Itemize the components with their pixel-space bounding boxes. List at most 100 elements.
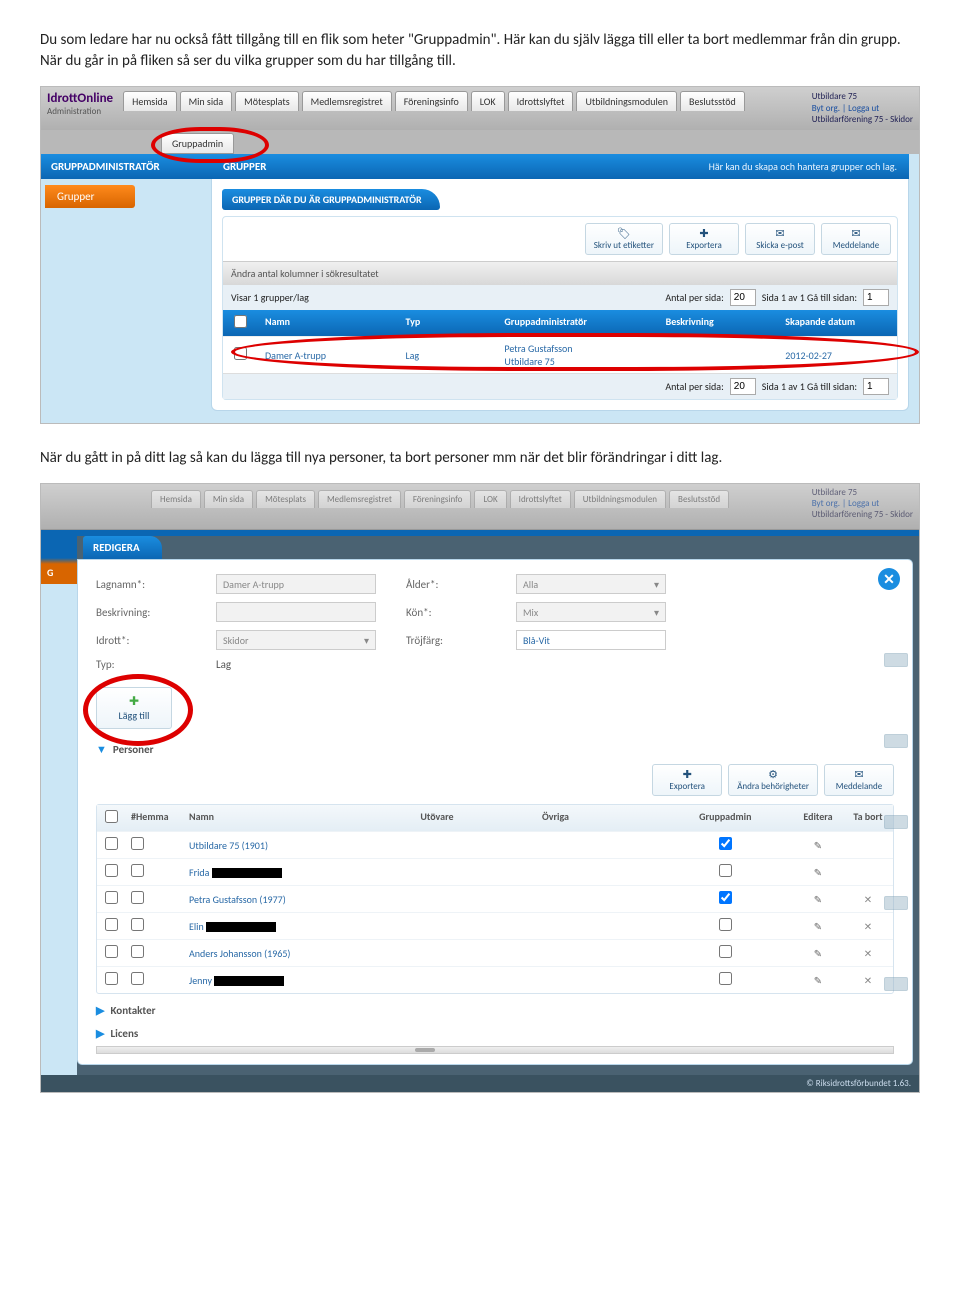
home-checkbox[interactable] (131, 918, 144, 931)
edit-icon[interactable]: ✎ (793, 969, 843, 992)
gruppadmin-checkbox[interactable] (719, 972, 732, 985)
nav-tab[interactable]: Mötesplats (235, 91, 298, 111)
section-kontakter-toggle[interactable]: ▶ Kontakter (96, 1004, 894, 1017)
person-action-button[interactable]: ⚙Ändra behörigheter (728, 764, 818, 796)
delete-icon[interactable] (843, 840, 893, 850)
action-icon: ✉ (833, 768, 885, 781)
person-name[interactable]: Jenny (183, 969, 414, 992)
chevron-down-icon: ▾ (654, 578, 659, 591)
gruppadmin-checkbox[interactable] (719, 864, 732, 877)
select-idrott[interactable]: Skidor▾ (216, 630, 376, 650)
label-typ: Typ: (96, 658, 186, 671)
person-name[interactable]: Petra Gustafsson (1977) (183, 888, 414, 911)
input-trojfarg[interactable]: Blå-Vit (516, 630, 666, 650)
cell-namn[interactable]: Damer A-trupp (257, 344, 397, 367)
home-checkbox[interactable] (131, 945, 144, 958)
col-namn[interactable]: Namn (257, 310, 397, 336)
person-row: Elin ✎✕ (97, 912, 893, 939)
edit-icon[interactable]: ✎ (793, 915, 843, 938)
col-gruppadmin[interactable]: Gruppadministratör (496, 310, 657, 336)
gruppadmin-checkbox[interactable] (719, 837, 732, 850)
add-button[interactable]: ✚ Lägg till (96, 687, 172, 729)
groups-subheader: GRUPPER DÄR DU ÄR GRUPPADMINISTRATÖR (222, 189, 440, 210)
select-all-persons[interactable] (105, 810, 118, 823)
row-checkbox[interactable] (234, 347, 247, 360)
nav-tab[interactable]: Hemsida (123, 91, 176, 111)
nav-tab[interactable]: Utbildningsmodulen (576, 91, 677, 111)
select-all-checkbox[interactable] (234, 315, 247, 328)
gruppadmin-checkbox[interactable] (719, 945, 732, 958)
input-lagnamn[interactable]: Damer A-trupp (216, 574, 376, 594)
col-typ[interactable]: Typ (397, 310, 496, 336)
section-licens-toggle[interactable]: ▶ Licens (96, 1027, 894, 1040)
person-checkbox[interactable] (105, 918, 118, 931)
gruppadmin-checkbox[interactable] (719, 891, 732, 904)
person-action-button[interactable]: ✚Exportera (652, 764, 722, 796)
delete-icon[interactable]: ✕ (843, 942, 893, 965)
nav-tab[interactable]: Idrottslyftet (508, 91, 574, 111)
nav-tab[interactable]: Min sida (180, 91, 233, 111)
pager-top: Visar 1 grupper/lag Antal per sida: Sida… (223, 285, 897, 310)
action-button[interactable]: ✉Meddelande (821, 223, 891, 255)
column-settings-bar[interactable]: Ändra antal kolumner i sökresultatet (223, 261, 897, 285)
select-alder[interactable]: Alla▾ (516, 574, 666, 594)
gruppadmin-checkbox[interactable] (719, 918, 732, 931)
person-checkbox[interactable] (105, 945, 118, 958)
sidebar-item-grupper[interactable]: Grupper (45, 185, 135, 208)
action-row: 🏷Skriv ut etiketter✚Exportera✉Skicka e-p… (223, 217, 897, 261)
tab-gruppadmin[interactable]: Gruppadmin (161, 133, 234, 154)
per-page-input[interactable] (730, 289, 756, 306)
person-name[interactable]: Anders Johansson (1965) (183, 942, 414, 965)
person-checkbox[interactable] (105, 864, 118, 877)
pcol-hemma: #Hemma (125, 805, 183, 831)
intro-paragraph-2: När du gått in på ditt lag så kan du läg… (40, 448, 920, 469)
nav-tab[interactable]: Medlemsregistret (302, 91, 392, 111)
page-input[interactable] (863, 289, 889, 306)
col-datum[interactable]: Skapande datum (777, 310, 897, 336)
nav-tab[interactable]: Föreningsinfo (395, 91, 468, 111)
action-button[interactable]: 🏷Skriv ut etiketter (585, 223, 663, 255)
group-row[interactable]: Damer A-trupp Lag Petra Gustafsson Utbil… (223, 336, 897, 373)
home-checkbox[interactable] (131, 891, 144, 904)
person-name[interactable]: Utbildare 75 (1901) (183, 834, 414, 857)
edit-icon[interactable]: ✎ (793, 888, 843, 911)
select-kon[interactable]: Mix▾ (516, 602, 666, 622)
edit-icon[interactable]: ✎ (793, 942, 843, 965)
person-checkbox[interactable] (105, 972, 118, 985)
nav-tab[interactable]: LOK (471, 91, 505, 111)
nav-tab[interactable]: Beslutsstöd (680, 91, 745, 111)
val-lagnamn: Damer A-trupp (223, 578, 284, 591)
action-button[interactable]: ✚Exportera (669, 223, 739, 255)
home-checkbox[interactable] (131, 864, 144, 877)
action-icon: ✚ (678, 227, 730, 240)
input-beskrivning[interactable] (216, 602, 376, 622)
action-button[interactable]: ✉Skicka e-post (745, 223, 815, 255)
delete-icon[interactable] (843, 867, 893, 877)
horizontal-scrollbar[interactable] (96, 1046, 894, 1054)
per-page-input-bot[interactable] (730, 378, 756, 395)
delete-icon[interactable]: ✕ (843, 888, 893, 911)
page-input-bot[interactable] (863, 378, 889, 395)
col-beskrivning[interactable]: Beskrivning (658, 310, 778, 336)
faded-tabs: HemsidaMin sidaMötesplatsMedlemsregistre… (151, 490, 729, 508)
pager-bottom: Antal per sida: Sida 1 av 1 Gå till sida… (223, 373, 897, 399)
person-action-button[interactable]: ✉Meddelande (824, 764, 894, 796)
label-idrott: Idrott*: (96, 634, 186, 647)
person-actions: ✚Exportera⚙Ändra behörigheter✉Meddelande (96, 764, 894, 796)
person-name[interactable]: Elin (183, 915, 414, 938)
user-links-2[interactable]: Byt org. | Logga ut (812, 498, 879, 509)
close-icon[interactable]: ✕ (878, 568, 900, 590)
person-checkbox[interactable] (105, 837, 118, 850)
chevron-right-icon: ▶ (96, 1004, 104, 1017)
edit-icon[interactable]: ✎ (793, 834, 843, 857)
edit-icon[interactable]: ✎ (793, 861, 843, 884)
home-checkbox[interactable] (131, 837, 144, 850)
pcol-namn: Namn (183, 805, 414, 831)
person-checkbox[interactable] (105, 891, 118, 904)
home-checkbox[interactable] (131, 972, 144, 985)
person-name[interactable]: Frida (183, 861, 414, 884)
delete-icon[interactable]: ✕ (843, 915, 893, 938)
section-personer-toggle[interactable]: ▼ Personer (96, 743, 894, 756)
user-links[interactable]: Byt org. | Logga ut (812, 103, 879, 114)
delete-icon[interactable]: ✕ (843, 969, 893, 992)
